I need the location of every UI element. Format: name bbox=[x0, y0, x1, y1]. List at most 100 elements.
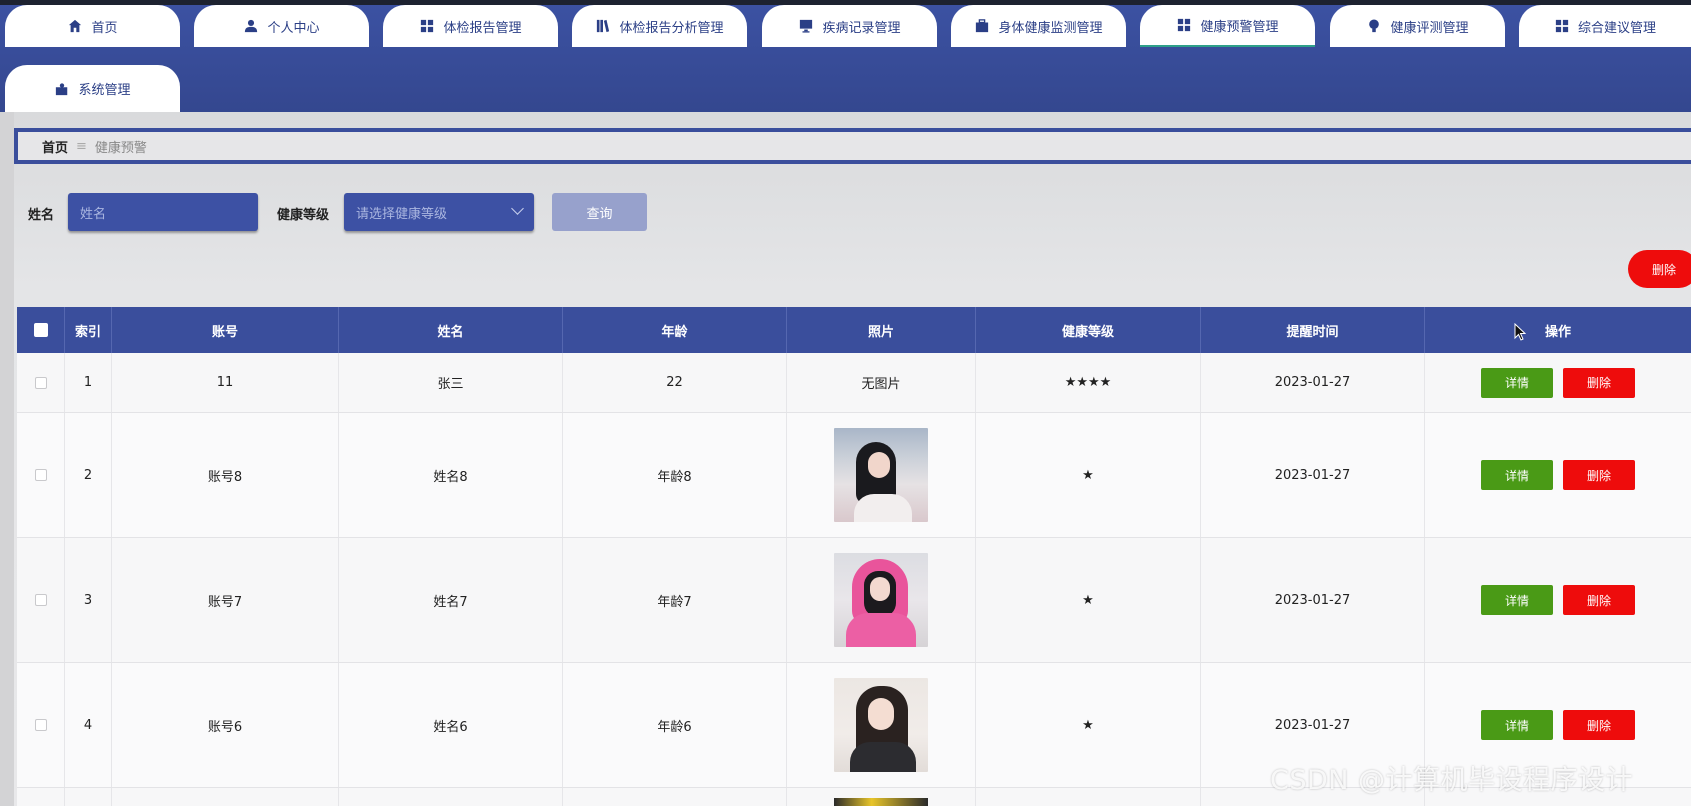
home-icon bbox=[67, 18, 83, 34]
cell-age: 22 bbox=[563, 353, 787, 412]
cell-name: 张三 bbox=[339, 353, 563, 412]
user-photo[interactable] bbox=[834, 678, 928, 772]
row-checkbox[interactable] bbox=[34, 594, 47, 606]
cell-name bbox=[339, 788, 563, 806]
cell-age: 年龄7 bbox=[563, 538, 787, 662]
puzzle-icon bbox=[54, 81, 70, 97]
col-health-level: 健康等级 bbox=[976, 307, 1201, 353]
detail-button[interactable]: 详情 bbox=[1481, 460, 1553, 490]
cell-account: 账号8 bbox=[112, 413, 339, 537]
cell-age: 年龄8 bbox=[563, 413, 787, 537]
user-photo[interactable] bbox=[834, 798, 928, 806]
row-checkbox[interactable] bbox=[34, 376, 47, 389]
cell-account: 账号7 bbox=[112, 538, 339, 662]
cell-account: 账号6 bbox=[112, 663, 339, 787]
nav-tab-label: 健康预警管理 bbox=[1200, 19, 1279, 35]
nav-tab-health-monitoring[interactable]: 身体健康监测管理 bbox=[951, 5, 1126, 47]
cell-age: 年龄6 bbox=[563, 663, 787, 787]
row-checkbox-cell bbox=[17, 663, 65, 787]
cell-photo bbox=[787, 413, 976, 537]
delete-button[interactable]: 删除 bbox=[1563, 710, 1635, 740]
nav-tab-health-evaluation[interactable]: 健康评测管理 bbox=[1330, 5, 1505, 47]
cell-photo bbox=[787, 788, 976, 806]
nav-tab-home[interactable]: 首页 bbox=[5, 5, 180, 47]
grid-icon bbox=[419, 18, 435, 34]
book-icon bbox=[595, 18, 611, 34]
breadcrumb-home[interactable]: 首页 bbox=[42, 137, 68, 156]
cell-reminder-time: 2023-01-27 bbox=[1201, 413, 1425, 537]
delete-button[interactable]: 删除 bbox=[1563, 367, 1635, 398]
breadcrumb-current: 健康预警 bbox=[94, 140, 147, 156]
chevron-down-icon bbox=[511, 202, 524, 215]
health-level-select[interactable]: 请选择健康等级 bbox=[344, 193, 534, 231]
select-all-checkbox[interactable] bbox=[33, 323, 48, 337]
row-checkbox[interactable] bbox=[34, 469, 47, 481]
row-checkbox-cell bbox=[17, 353, 65, 412]
table-row: 1 11 张三 22 无图片 ★★★★ 2023-01-27 详情 删除 bbox=[17, 353, 1691, 413]
grid-icon bbox=[1554, 18, 1570, 34]
cell-index bbox=[65, 788, 112, 806]
grid-icon bbox=[1176, 17, 1192, 33]
row-checkbox-cell bbox=[17, 413, 65, 537]
col-photo: 照片 bbox=[787, 307, 976, 353]
nav-tab-label: 身体健康监测管理 bbox=[998, 20, 1103, 36]
nav-tab-report-analysis[interactable]: 体检报告分析管理 bbox=[572, 5, 747, 47]
nav-tab-label: 系统管理 bbox=[78, 83, 131, 98]
detail-button[interactable]: 详情 bbox=[1481, 367, 1553, 398]
nav-tab-personal-center[interactable]: 个人中心 bbox=[194, 5, 369, 47]
detail-button[interactable]: 详情 bbox=[1481, 585, 1553, 615]
cell-health-level: ★ bbox=[976, 663, 1201, 787]
cell-photo bbox=[787, 663, 976, 787]
cell-index: 3 bbox=[65, 538, 112, 662]
nav-tab-disease-records[interactable]: 疾病记录管理 bbox=[762, 5, 937, 47]
name-label: 姓名 bbox=[28, 208, 55, 223]
nav-tab-health-warning[interactable]: 健康预警管理 bbox=[1140, 5, 1315, 47]
nav-tab-label: 体检报告管理 bbox=[443, 20, 522, 36]
cell-photo: 无图片 bbox=[787, 353, 976, 412]
row-checkbox[interactable] bbox=[34, 719, 47, 731]
nav-tab-system-management[interactable]: 系统管理 bbox=[5, 65, 180, 112]
mouse-cursor-icon bbox=[1514, 323, 1526, 341]
query-button[interactable]: 查询 bbox=[552, 193, 647, 231]
nav-tab-label: 体检报告分析管理 bbox=[619, 20, 724, 36]
col-index: 索引 bbox=[65, 307, 112, 353]
cell-reminder-time: 2023-01-27 bbox=[1201, 353, 1425, 412]
cell-name: 姓名8 bbox=[339, 413, 563, 537]
user-icon bbox=[243, 18, 259, 34]
col-account: 账号 bbox=[112, 307, 339, 353]
cell-reminder-time: 2023-01-27 bbox=[1201, 538, 1425, 662]
breadcrumb-separator: ≡ bbox=[76, 138, 87, 154]
cell-photo bbox=[787, 538, 976, 662]
cell-health-level bbox=[976, 788, 1201, 806]
cell-account bbox=[112, 788, 339, 806]
cell-health-level: ★★★★ bbox=[976, 353, 1201, 412]
health-level-placeholder: 请选择健康等级 bbox=[356, 206, 448, 222]
col-name: 姓名 bbox=[339, 307, 563, 353]
row-checkbox-cell bbox=[17, 538, 65, 662]
cell-health-level: ★ bbox=[976, 413, 1201, 537]
cell-name: 姓名6 bbox=[339, 663, 563, 787]
delete-button[interactable]: 删除 bbox=[1563, 460, 1635, 490]
table-row: 2 账号8 姓名8 年龄8 ★ 2023-01-27 详情 删除 bbox=[17, 413, 1691, 538]
nav-tab-report-management[interactable]: 体检报告管理 bbox=[383, 5, 558, 47]
user-photo[interactable] bbox=[834, 428, 928, 522]
user-photo[interactable] bbox=[834, 553, 928, 647]
detail-button[interactable]: 详情 bbox=[1481, 710, 1553, 740]
cell-index: 1 bbox=[65, 353, 112, 412]
health-level-label: 健康等级 bbox=[277, 208, 330, 223]
nav-tab-advice-management[interactable]: 综合建议管理 bbox=[1519, 5, 1691, 47]
cell-actions: 详情 删除 bbox=[1425, 413, 1691, 537]
name-input[interactable]: 姓名 bbox=[68, 193, 258, 231]
delete-button[interactable]: 删除 bbox=[1563, 585, 1635, 615]
nav-tab-label: 健康评测管理 bbox=[1390, 20, 1469, 36]
cell-index: 2 bbox=[65, 413, 112, 537]
cell-actions: 详情 删除 bbox=[1425, 353, 1691, 412]
nav-tab-label: 疾病记录管理 bbox=[822, 20, 901, 36]
batch-delete-button[interactable]: 删除 bbox=[1628, 250, 1691, 288]
nav-tab-label: 综合建议管理 bbox=[1577, 20, 1656, 36]
cell-actions: 详情 删除 bbox=[1425, 538, 1691, 662]
row-checkbox-cell bbox=[17, 788, 65, 806]
cell-age bbox=[563, 788, 787, 806]
watermark: CSDN @计算机毕设程序设计 bbox=[1270, 765, 1634, 796]
monitor-icon bbox=[798, 18, 814, 34]
